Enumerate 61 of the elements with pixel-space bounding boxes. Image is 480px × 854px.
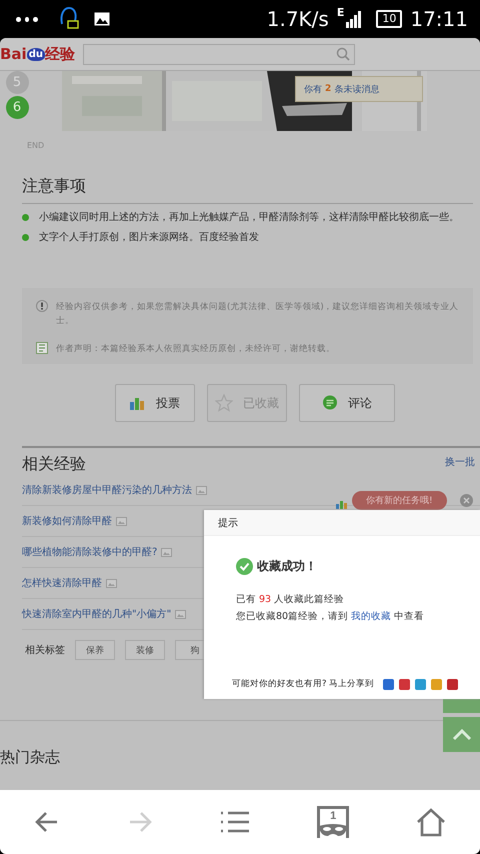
notice-count: 2 bbox=[325, 84, 332, 94]
comment-icon bbox=[322, 395, 338, 411]
refresh-link[interactable]: 换一批 bbox=[445, 455, 475, 469]
dialog-title: 提示 bbox=[218, 516, 238, 530]
task-bubble[interactable]: 你有新的任务哦! bbox=[352, 491, 447, 510]
tags-label: 相关标签 bbox=[25, 644, 65, 657]
more-icon bbox=[16, 16, 38, 22]
clock: 17:11 bbox=[410, 7, 468, 31]
bullet-icon bbox=[22, 214, 29, 221]
chevron-up-icon bbox=[452, 728, 472, 740]
battery-icon: 10 bbox=[376, 10, 402, 28]
image-icon bbox=[94, 12, 110, 26]
search-icon[interactable] bbox=[336, 47, 350, 61]
vote-button[interactable]: 投票 bbox=[115, 384, 195, 422]
dialog-text: 您已收藏80篇经验，请到 bbox=[236, 610, 348, 624]
share-icon[interactable] bbox=[447, 678, 458, 690]
warning-icon bbox=[36, 300, 48, 312]
step-number[interactable]: 6 bbox=[6, 96, 28, 119]
star-icon bbox=[215, 394, 233, 412]
tag-button[interactable]: 保养 bbox=[75, 640, 115, 660]
favorite-count: 93 bbox=[259, 593, 272, 607]
tag-button[interactable]: 装修 bbox=[125, 640, 165, 660]
section-title: 相关经验 bbox=[22, 454, 86, 475]
document-icon bbox=[36, 342, 48, 354]
article-link[interactable]: 清除新装修房屋中甲醛污染的几种方法 bbox=[22, 483, 192, 497]
home-icon bbox=[416, 807, 446, 837]
network-type: E bbox=[336, 6, 344, 19]
share-icon[interactable] bbox=[399, 678, 410, 690]
dialog-text: 中查看 bbox=[394, 610, 424, 624]
menu-icon bbox=[220, 809, 250, 835]
favorites-link[interactable]: 我的收藏 bbox=[351, 608, 392, 625]
scroll-top-button[interactable] bbox=[443, 717, 480, 752]
disclaimer-text: 作者声明：本篇经验系本人依照真实经历原创，未经许可，谢绝转载。 bbox=[56, 342, 335, 356]
article-link[interactable]: 新装修如何清除甲醛 bbox=[22, 514, 112, 528]
close-icon[interactable] bbox=[460, 494, 473, 507]
section-title: 热门杂志 bbox=[0, 748, 60, 767]
share-label: 可能对你的好友也有用? 马上分享到 bbox=[232, 678, 374, 690]
note-text: 小编建议同时用上述的方法，再加上光触媒产品，甲醛清除剂等，这样清除甲醛比较彻底一些。 bbox=[39, 210, 459, 225]
note-text: 文字个人手打原创，图片来源网络。百度经验首发 bbox=[39, 230, 259, 245]
dialog-text: 已有 bbox=[236, 593, 256, 607]
article-link[interactable]: 哪些植物能清除装修中的甲醛? bbox=[22, 545, 158, 559]
share-icon[interactable] bbox=[415, 678, 426, 690]
notice-text: 你有 bbox=[304, 84, 322, 96]
bar-chart-icon bbox=[130, 396, 146, 410]
notification-tooltip[interactable]: 你有 2 条未读消息 bbox=[295, 76, 423, 102]
article-link[interactable]: 怎样快速清除甲醛 bbox=[22, 576, 102, 590]
section-title: 注意事项 bbox=[22, 176, 86, 197]
disclaimer-text: 经验内容仅供参考，如果您需解决具体问题(尤其法律、医学等领域)，建议您详细咨询相关领域专业人士。 bbox=[56, 300, 460, 328]
search-field[interactable] bbox=[82, 44, 355, 64]
article-link[interactable]: 快速清除室内甲醛的几种"小偏方" bbox=[22, 607, 172, 621]
bullet-icon bbox=[22, 234, 29, 241]
notice-text: 条未读消息 bbox=[334, 84, 380, 96]
dialog-text: 人收藏此篇经验 bbox=[274, 593, 344, 607]
chat-bubble-icon bbox=[58, 6, 80, 32]
check-icon bbox=[236, 558, 253, 575]
network-speed: 1.7K/s bbox=[266, 7, 329, 31]
signal-icon bbox=[346, 10, 362, 28]
success-title: 收藏成功！ bbox=[257, 558, 317, 575]
bar-chart-icon bbox=[336, 501, 348, 509]
comment-button[interactable]: 评论 bbox=[299, 384, 395, 422]
share-icon[interactable] bbox=[383, 678, 394, 690]
